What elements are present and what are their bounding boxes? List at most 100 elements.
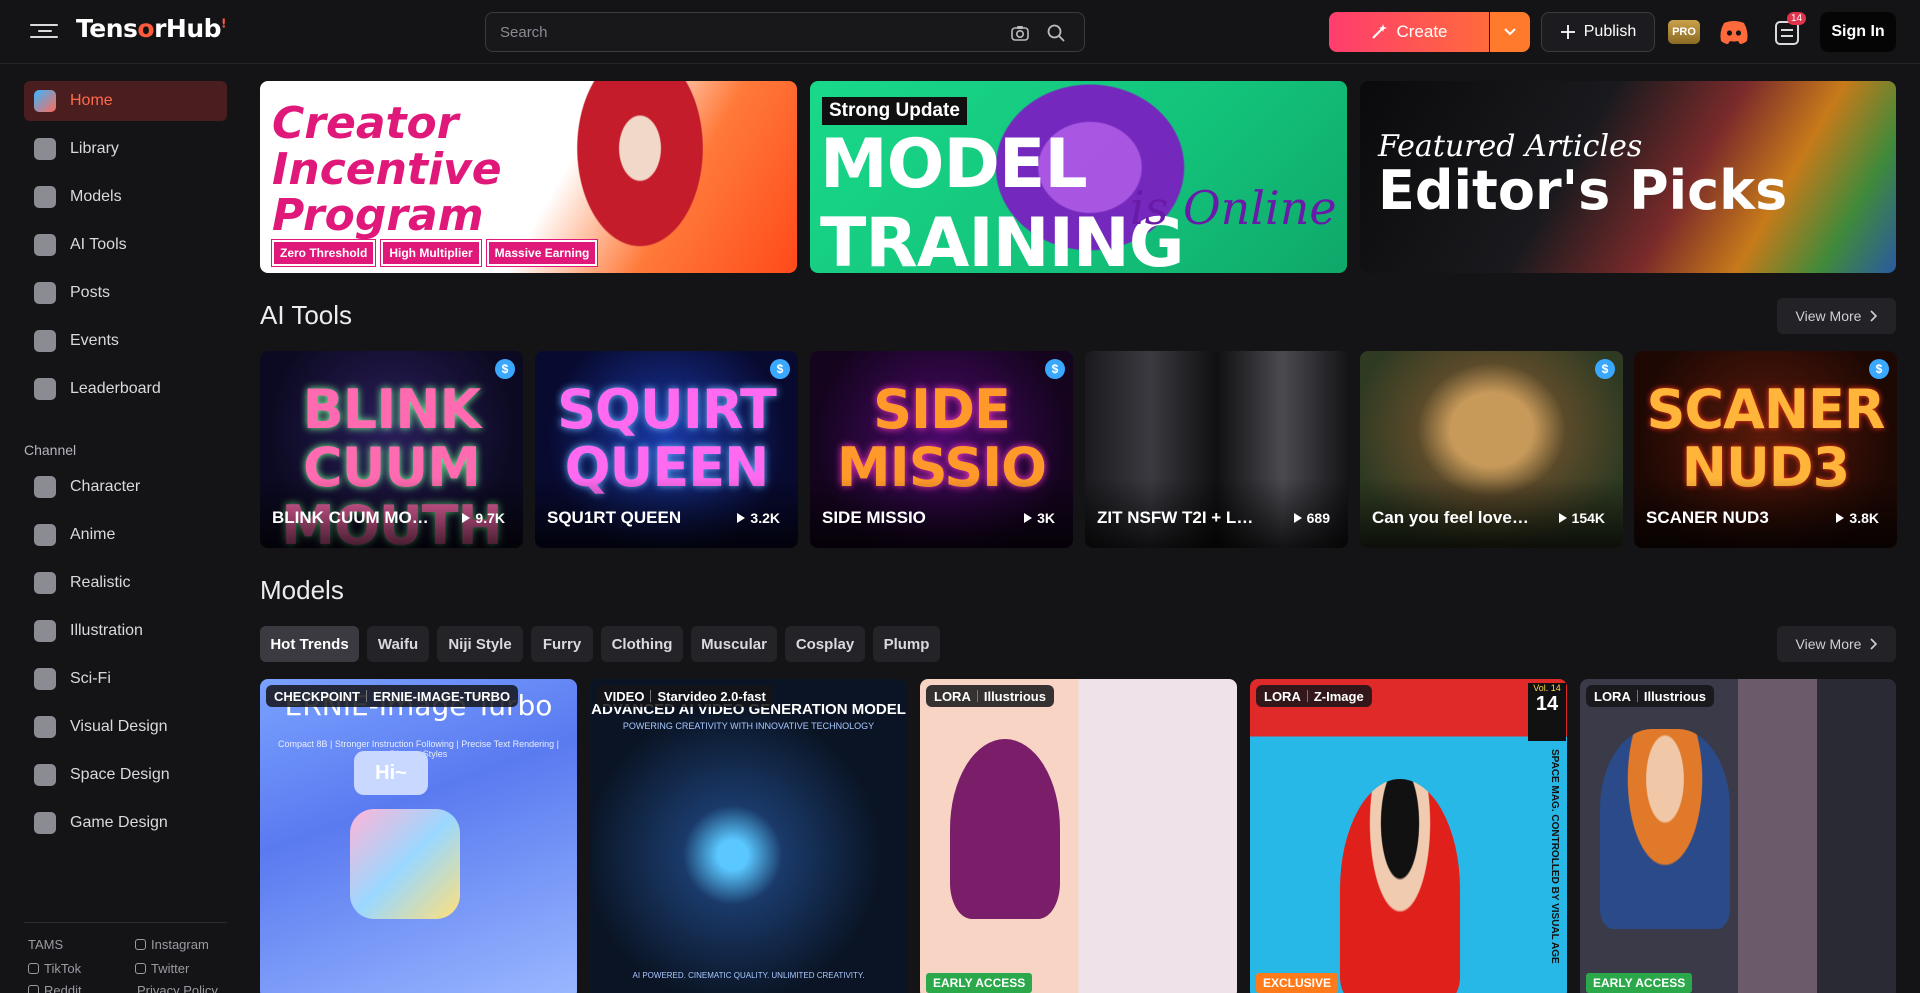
magazine-volume-label: Vol. 14 xyxy=(1533,683,1561,693)
tab-clothing[interactable]: Clothing xyxy=(601,626,683,662)
create-button[interactable]: Create xyxy=(1329,12,1489,52)
model-type: LORA xyxy=(1264,688,1301,704)
sidebar-item-label: Home xyxy=(70,92,113,109)
tool-name: SCANER NUD3 xyxy=(1646,508,1769,527)
coin-icon: $ xyxy=(1045,359,1065,379)
footer-link-twitter[interactable]: Twitter xyxy=(135,961,189,976)
model-card[interactable]: Vol. 14 14 SPACE MAG. CONTROLLED BY VISU… xyxy=(1250,679,1567,993)
magazine-side-text: SPACE MAG. CONTROLLED BY VISUAL AGE xyxy=(1549,749,1560,964)
search-icon[interactable] xyxy=(1046,23,1066,43)
footer-link-tams[interactable]: TAMS xyxy=(28,937,63,952)
sidebar-item-label: Realistic xyxy=(70,574,131,591)
character-icon xyxy=(34,476,56,498)
tag-divider xyxy=(1306,690,1308,702)
channel-heading: Channel xyxy=(24,442,77,458)
model-card[interactable]: ERNIE-Image Turbo Compact 8B | Stronger … xyxy=(260,679,577,993)
sidebar-item-label: Events xyxy=(70,332,119,349)
tag-divider xyxy=(365,690,367,702)
sidebar-item-ai-tools[interactable]: AI Tools xyxy=(24,225,227,265)
tab-muscular[interactable]: Muscular xyxy=(691,626,777,662)
model-card[interactable]: LORA Illustrious EARLY ACCESS xyxy=(920,679,1237,993)
chevron-right-icon xyxy=(1870,310,1878,322)
tab-waifu[interactable]: Waifu xyxy=(367,626,429,662)
early-access-badge: EARLY ACCESS xyxy=(1586,973,1693,993)
model-base: Illustrious xyxy=(983,688,1046,704)
discord-icon[interactable] xyxy=(1718,18,1750,46)
view-more-label: View More xyxy=(1795,308,1862,324)
models-view-more-button[interactable]: View More xyxy=(1777,626,1896,662)
sidebar-item-sci-fi[interactable]: Sci-Fi xyxy=(24,659,227,699)
sidebar-item-realistic[interactable]: Realistic xyxy=(24,563,227,603)
model-type: CHECKPOINT xyxy=(274,688,360,704)
ai-tool-card[interactable]: SQUIRT QUEEN $ SQU1RT QUEEN 3.2K xyxy=(535,351,798,548)
thumbnail-character-image xyxy=(1600,729,1730,929)
banner-editors-picks[interactable]: Featured Articles Editor's Picks xyxy=(1360,81,1896,273)
banner-subtitle: is Online xyxy=(1130,181,1337,235)
search-bar xyxy=(485,12,1085,52)
ai-tool-card[interactable]: BLINK CUUM MOUTH $ BLINK CUUM MOUTH 9.7K xyxy=(260,351,523,548)
sidebar-item-illustration[interactable]: Illustration xyxy=(24,611,227,651)
publish-button[interactable]: Publish xyxy=(1541,12,1655,52)
sidebar-item-label: Space Design xyxy=(70,766,170,783)
model-type: VIDEO xyxy=(604,688,645,704)
create-dropdown-button[interactable] xyxy=(1490,12,1530,52)
ai-tools-title: AI Tools xyxy=(260,300,353,330)
sidebar-item-character[interactable]: Character xyxy=(24,467,227,507)
sidebar-item-library[interactable]: Library xyxy=(24,129,227,169)
pro-badge[interactable]: PRO xyxy=(1668,20,1700,44)
sidebar-item-models[interactable]: Models xyxy=(24,177,227,217)
tab-hot-trends[interactable]: Hot Trends xyxy=(260,626,359,662)
play-icon xyxy=(1293,513,1302,523)
tab-plump[interactable]: Plump xyxy=(873,626,940,662)
tool-name: SQU1RT QUEEN xyxy=(547,508,682,527)
model-type: LORA xyxy=(1594,688,1631,704)
palette-icon xyxy=(34,620,56,642)
ai-tools-view-more-button[interactable]: View More xyxy=(1777,298,1896,334)
sidebar-item-leaderboard[interactable]: Leaderboard xyxy=(24,369,227,409)
sidebar-item-events[interactable]: Events xyxy=(24,321,227,361)
library-icon xyxy=(34,138,56,160)
tab-cosplay[interactable]: Cosplay xyxy=(785,626,865,662)
banner-model-training[interactable]: Strong Update MODEL TRAINING is Online xyxy=(810,81,1347,273)
tab-niji-style[interactable]: Niji Style xyxy=(437,626,523,662)
banner-pill: Strong Update xyxy=(822,97,967,125)
sidebar-toggle-icon[interactable] xyxy=(30,20,58,44)
sidebar-item-anime[interactable]: Anime xyxy=(24,515,227,555)
sidebar-item-posts[interactable]: Posts xyxy=(24,273,227,313)
sidebar-item-space-design[interactable]: Space Design xyxy=(24,755,227,795)
sign-in-button[interactable]: Sign In xyxy=(1820,12,1896,52)
banner-creator-incentive[interactable]: Creator Incentive Program Zero Threshold… xyxy=(260,81,797,273)
magazine-number: 14 xyxy=(1535,693,1559,715)
play-icon xyxy=(1024,513,1033,523)
footer-link-tiktok[interactable]: TikTok xyxy=(28,961,81,976)
camera-icon[interactable] xyxy=(1010,23,1030,43)
tiktok-icon xyxy=(28,963,39,974)
ai-tool-card[interactable]: ZIT NSFW T2I + Lora 689 xyxy=(1085,351,1348,548)
tool-run-count: 3K xyxy=(1024,510,1055,526)
sidebar-item-label: Leaderboard xyxy=(70,380,161,397)
trophy-icon xyxy=(34,378,56,400)
ai-tool-card[interactable]: SIDE MISSIO $ SIDE MISSIO 3K xyxy=(810,351,1073,548)
model-type-tag: LORA Illustrious xyxy=(1586,685,1714,707)
sidebar-item-visual-design[interactable]: Visual Design xyxy=(24,707,227,747)
tab-furry[interactable]: Furry xyxy=(531,626,593,662)
logo[interactable]: TensorHub! xyxy=(76,14,226,43)
run-count-value: 3K xyxy=(1037,510,1055,526)
search-input[interactable] xyxy=(500,13,980,51)
sidebar-item-game-design[interactable]: Game Design xyxy=(24,803,227,843)
design-icon xyxy=(34,716,56,738)
footer-link-privacy[interactable]: Privacy Policy xyxy=(137,983,218,993)
instagram-icon xyxy=(135,939,146,950)
ai-tool-card[interactable]: SCANER NUD3 $ SCANER NUD3 3.8K xyxy=(1634,351,1897,548)
model-card[interactable]: LORA Illustrious EARLY ACCESS xyxy=(1580,679,1896,993)
footer-link-reddit[interactable]: Reddit xyxy=(28,983,82,993)
home-icon xyxy=(34,90,56,112)
model-card[interactable]: ADVANCED AI VIDEO GENERATION MODEL POWER… xyxy=(590,679,907,993)
footer-link-instagram[interactable]: Instagram xyxy=(135,937,209,952)
chevron-down-icon xyxy=(1504,28,1516,36)
sidebar-item-label: Posts xyxy=(70,284,111,301)
sidebar-item-home[interactable]: Home xyxy=(24,81,227,121)
thumbnail-speech-bubble: Hi~ xyxy=(354,751,428,795)
ai-tool-card[interactable]: $ Can you feel love… 154K xyxy=(1360,351,1623,548)
sidebar-item-label: Sci-Fi xyxy=(70,670,111,687)
